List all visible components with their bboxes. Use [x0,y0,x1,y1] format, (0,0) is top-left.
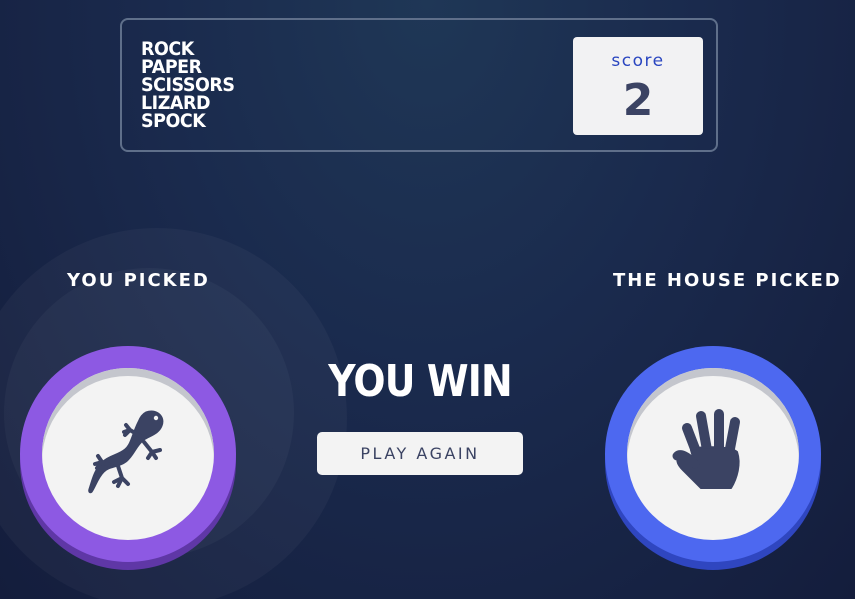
paper-hand-icon [667,406,759,503]
score-label: score [611,51,665,71]
player-choice-lizard [20,346,236,562]
lizard-icon [82,406,174,503]
result-text: YOU WIN [328,356,512,407]
game-logo: ROCK PAPER SCISSORS LIZARD SPOCK [141,40,235,132]
house-picked-label: THE HOUSE PICKED [613,270,842,291]
game-header: ROCK PAPER SCISSORS LIZARD SPOCK score 2 [120,18,718,152]
logo-line-spock: SPOCK [141,110,206,132]
score-box: score 2 [573,37,703,135]
house-choice-paper [605,346,821,562]
score-value: 2 [622,75,654,126]
player-choice-face [42,368,214,540]
house-choice-face [627,368,799,540]
play-again-button[interactable]: PLAY AGAIN [317,432,523,475]
